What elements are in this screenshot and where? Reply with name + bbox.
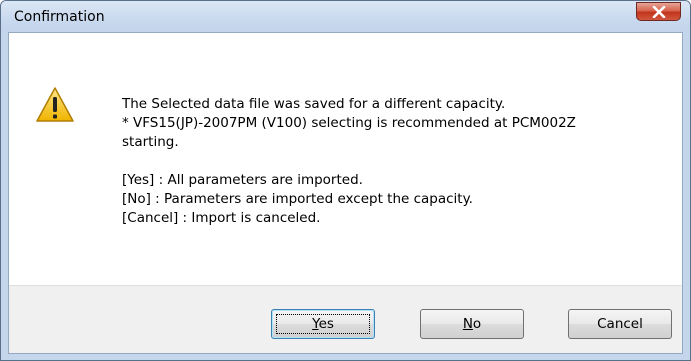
message-area: The Selected data file was saved for a d…	[9, 33, 682, 285]
message-line: * VFS15(JP)-2007PM (V100) selecting is r…	[122, 115, 576, 131]
message-line: The Selected data file was saved for a d…	[122, 96, 506, 112]
message-line: [Yes] : All parameters are imported.	[122, 172, 363, 188]
no-button[interactable]: No	[420, 309, 524, 339]
title-bar[interactable]: Confirmation	[1, 1, 690, 32]
cancel-button[interactable]: Cancel	[568, 309, 672, 339]
focus-rectangle	[276, 314, 370, 334]
dialog-client-area: The Selected data file was saved for a d…	[8, 32, 683, 354]
close-button[interactable]	[636, 2, 681, 21]
message-line: [No] : Parameters are imported except th…	[122, 191, 473, 207]
button-bar: Yes No Cancel	[9, 285, 682, 353]
close-icon	[652, 6, 666, 18]
no-button-label: No	[462, 316, 482, 332]
yes-button[interactable]: Yes	[271, 309, 375, 339]
warning-icon	[36, 87, 74, 122]
message-line: starting.	[122, 134, 179, 150]
dialog-window: Confirmation The Selected data file was …	[0, 0, 691, 361]
window-title: Confirmation	[14, 9, 105, 25]
message-text: The Selected data file was saved for a d…	[122, 95, 672, 228]
message-line: [Cancel] : Import is canceled.	[122, 210, 321, 226]
